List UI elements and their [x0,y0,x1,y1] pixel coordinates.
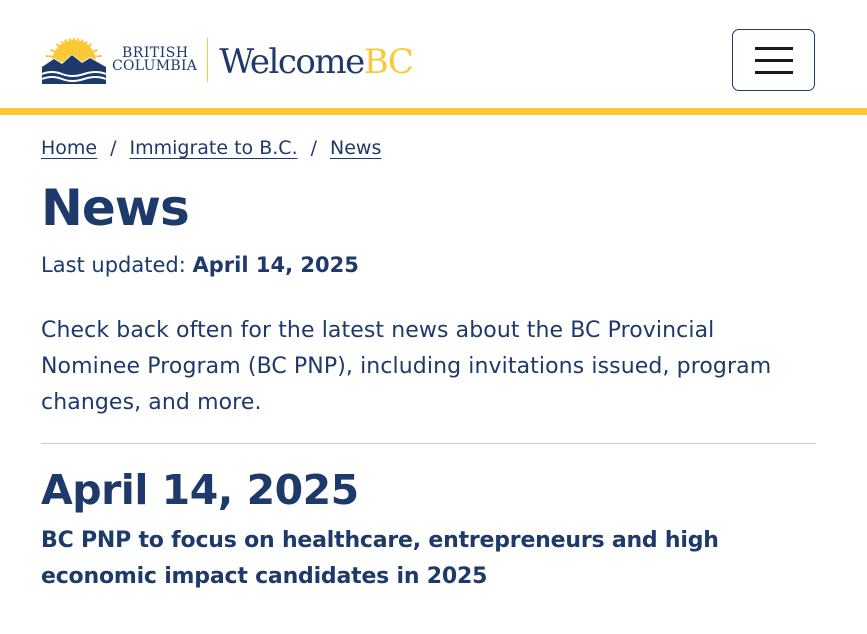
main-content: Home / Immigrate to B.C. / News News Las… [41,122,816,595]
breadcrumb: Home / Immigrate to B.C. / News [41,137,816,159]
last-updated-label: Last updated: [41,253,186,277]
welcomebc-wordmark[interactable]: WelcomeBC [219,42,414,82]
section-divider [41,443,816,444]
intro-paragraph: Check back often for the latest news abo… [41,318,772,415]
breadcrumb-separator: / [310,137,318,159]
news-article-title[interactable]: BC PNP to focus on healthcare, entrepren… [41,523,816,595]
breadcrumb-home-link[interactable]: Home [41,137,97,159]
welcome-text: Welcome [219,42,365,82]
site-logo[interactable]: BRITISH COLUMBIA WelcomeBC [40,36,414,84]
breadcrumb-separator: / [110,137,117,159]
hamburger-icon-line [754,58,793,62]
bc-logo-line2: COLUMBIA [112,58,198,74]
bc-text: BC [363,42,414,82]
logo-divider [207,38,209,82]
menu-button[interactable] [732,29,815,91]
breadcrumb-news-link[interactable]: News [330,137,381,159]
last-updated: Last updated: April 14, 2025 [41,253,816,277]
news-date-heading: April 14, 2025 [41,466,359,514]
breadcrumb-immigrate-link[interactable]: Immigrate to B.C. [130,137,298,159]
hamburger-icon [754,46,793,50]
bc-government-logo[interactable]: BRITISH COLUMBIA [40,36,197,84]
hamburger-icon-line [754,70,793,74]
bc-sun-mountain-icon [41,38,107,84]
bc-logo-wordmark: BRITISH COLUMBIA [112,46,198,74]
site-header: BRITISH COLUMBIA WelcomeBC [0,0,867,115]
last-updated-date: April 14, 2025 [192,253,359,277]
page-title: News [41,179,190,237]
